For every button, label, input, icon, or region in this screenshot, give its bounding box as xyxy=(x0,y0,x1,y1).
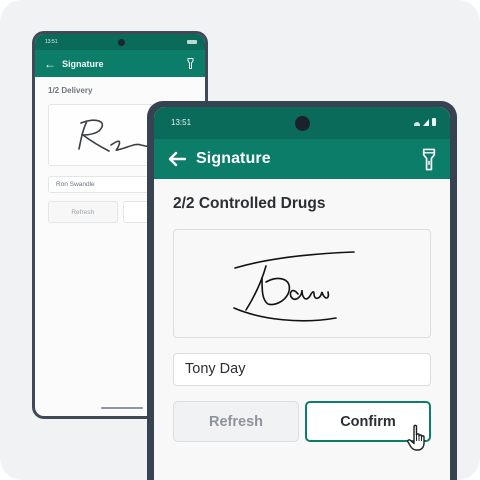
back-refresh-button[interactable]: Refresh xyxy=(48,201,118,223)
back-app-bar: ← Signature xyxy=(35,50,205,77)
refresh-button[interactable]: Refresh xyxy=(173,401,299,442)
front-app-title: Signature xyxy=(196,150,271,167)
front-app-bar: Signature xyxy=(154,139,450,179)
system-status-icon xyxy=(187,40,197,44)
camera-notch-icon xyxy=(118,39,125,46)
front-status-bar: 13:51 xyxy=(154,107,450,139)
camera-notch-icon xyxy=(295,116,310,131)
system-status-icon xyxy=(414,118,436,126)
front-status-time: 13:51 xyxy=(171,118,192,127)
back-heading: 1/2 Delivery xyxy=(48,86,93,95)
back-app-title: Signature xyxy=(62,58,104,69)
back-arrow-icon[interactable]: ← xyxy=(44,57,56,71)
back-arrow-icon[interactable] xyxy=(168,151,186,167)
back-status-bar: 13:51 xyxy=(35,34,205,50)
back-status-time: 13:51 xyxy=(45,39,58,45)
back-home-indicator xyxy=(101,407,143,409)
signer-name-field[interactable]: Tony Day xyxy=(173,353,431,386)
torch-icon[interactable] xyxy=(187,57,194,70)
signature-pad[interactable] xyxy=(173,229,431,338)
signature-drawing xyxy=(233,251,355,322)
torch-icon[interactable] xyxy=(422,148,436,171)
hand-cursor-icon xyxy=(407,424,425,451)
front-heading: 2/2 Controlled Drugs xyxy=(173,195,326,212)
